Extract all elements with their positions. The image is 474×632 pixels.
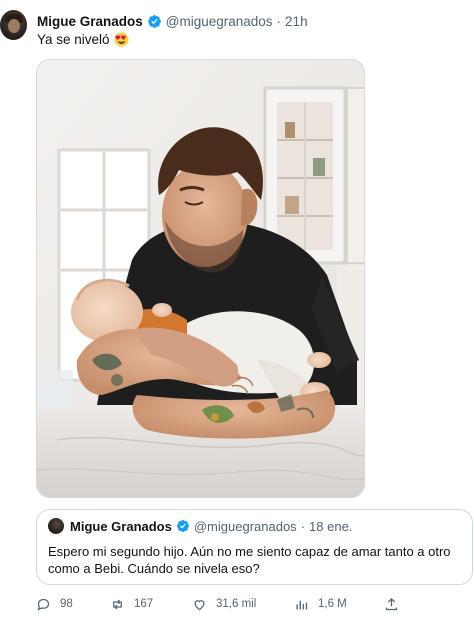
reply-count: 98 [60, 598, 73, 610]
views-button[interactable]: 1,6 M [294, 594, 347, 614]
verified-badge-icon [176, 520, 189, 532]
retweet-icon [113, 599, 122, 609]
views-chart-icon [296, 600, 308, 609]
avatar-face [8, 19, 20, 33]
photo-illustration [37, 60, 364, 497]
author-name[interactable]: Migue Granados [37, 14, 143, 29]
tweet-time[interactable]: 21h [285, 14, 308, 29]
heart-icon [194, 599, 205, 610]
share-button[interactable] [384, 594, 408, 614]
author-handle[interactable]: @miguegranados [166, 14, 273, 29]
tweet[interactable]: Migue Granados @miguegranados · 21h Ya s… [0, 0, 474, 632]
like-count: 31,6 mil [216, 598, 257, 610]
smiling-face-with-heart-eyes-icon [113, 32, 129, 47]
quoted-tweet[interactable]: Migue Granados @miguegranados · 18 ene. … [36, 509, 473, 585]
quoted-author-name: Migue Granados [70, 518, 172, 534]
quoted-tweet-header: Migue Granados @miguegranados · 18 ene. [48, 518, 352, 534]
avatar[interactable] [0, 10, 27, 40]
separator-dot: · [300, 518, 306, 534]
quoted-tweet-date: 18 ene. [309, 518, 353, 534]
retweet-button[interactable]: 167 [110, 594, 153, 614]
like-button[interactable]: 31,6 mil [192, 594, 256, 614]
tweet-text: Ya se niveló [37, 32, 129, 47]
verified-badge-icon [147, 14, 161, 28]
tweet-header: Migue Granados @miguegranados · 21h [37, 12, 308, 30]
retweet-count: 167 [134, 598, 154, 610]
views-count: 1,6 M [318, 598, 347, 610]
quoted-author-handle: @miguegranados [193, 518, 297, 534]
share-icon [385, 597, 398, 610]
tweet-text-content: Ya se niveló [37, 32, 110, 47]
quoted-tweet-text: Espero mi segundo hijo. Aún no me siento… [48, 544, 451, 576]
action-bar: 98 167 31,6 mil 1,6 M [36, 594, 466, 614]
reply-button[interactable]: 98 [36, 594, 73, 614]
separator-dot: · [276, 13, 282, 29]
reply-icon [37, 598, 50, 611]
tweet-photo[interactable] [36, 59, 365, 498]
quoted-avatar [48, 518, 64, 534]
